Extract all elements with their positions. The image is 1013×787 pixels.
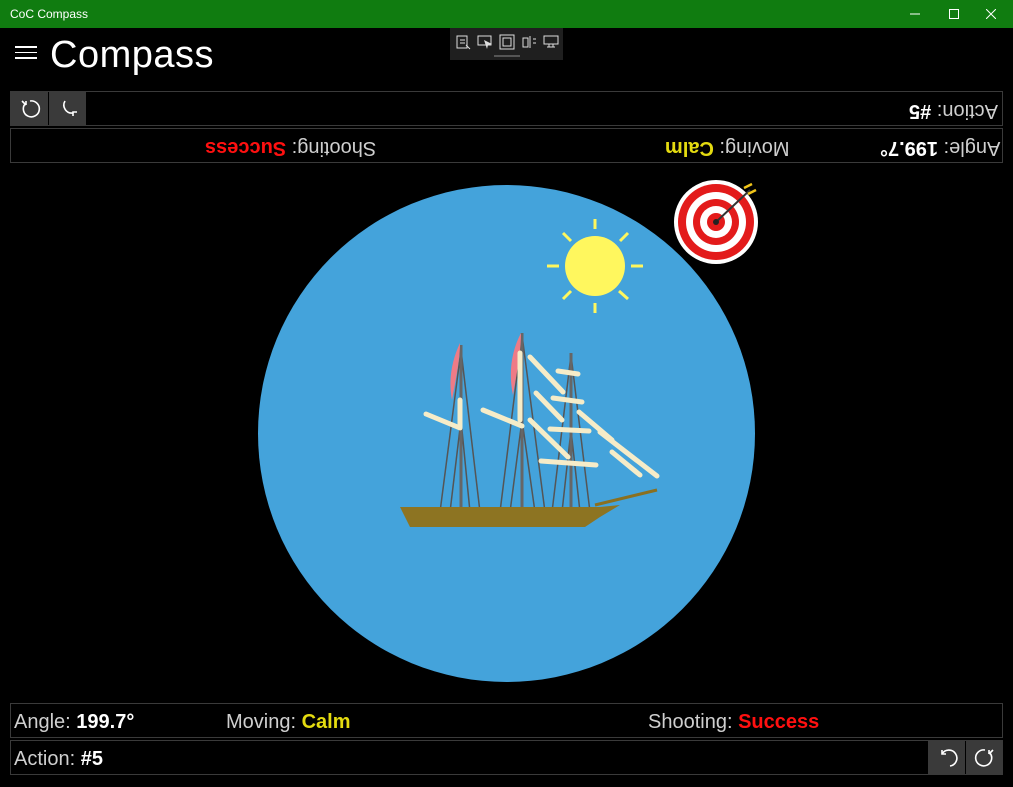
bottom-status-row: Angle: 199.7° Moving: Calm Shooting: Suc… xyxy=(10,703,1003,738)
shooting-text: Shooting: Success xyxy=(648,711,820,733)
bottom-action-row: Action: #5 xyxy=(10,740,1003,775)
redo-icon xyxy=(974,749,994,767)
undo-icon xyxy=(941,749,958,767)
target-icon xyxy=(674,180,758,264)
action-text: Action: #5 xyxy=(14,748,103,770)
sun-icon xyxy=(547,219,643,313)
compass-scene xyxy=(400,180,758,527)
ship-icon xyxy=(400,333,660,527)
moving-text: Moving: Calm xyxy=(226,711,351,733)
rotate-left-button[interactable] xyxy=(928,741,965,774)
rotate-right-button[interactable] xyxy=(966,741,1003,774)
angle-text: Angle: 199.7° xyxy=(14,711,135,733)
